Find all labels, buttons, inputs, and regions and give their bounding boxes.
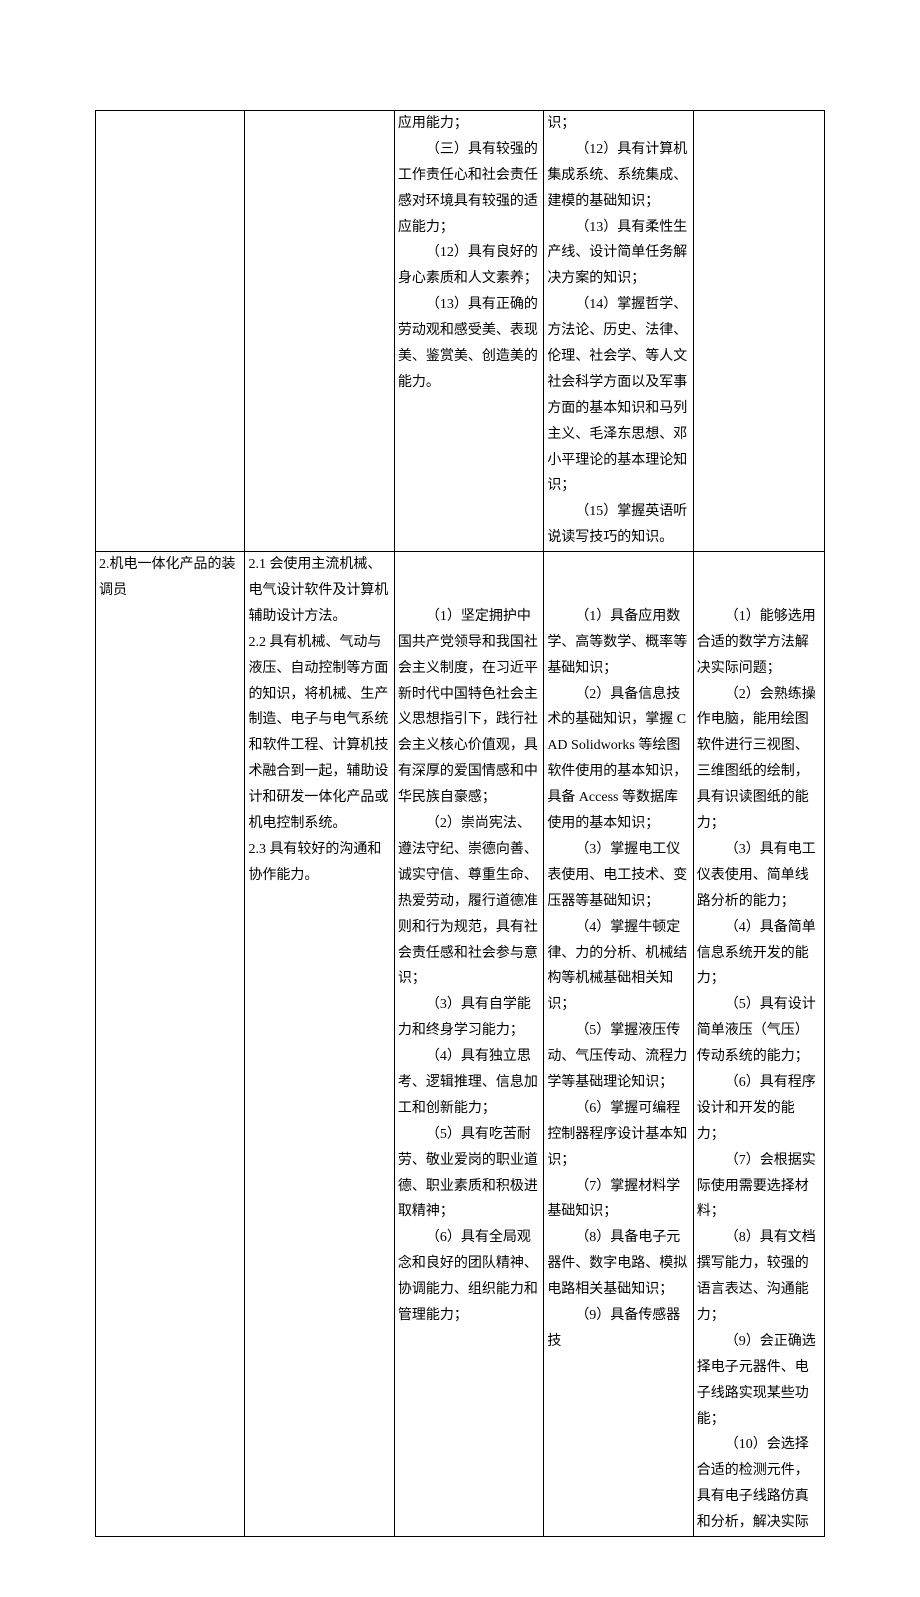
text-line: （13）具有正确的劳动观和感受美、表现美、鉴赏美、创造美的能力。 [398,292,540,396]
cell-r2c5: （1）能够选用合适的数学方法解决实际问题；（2）会熟练操作电脑，能用绘图软件进行… [693,552,824,1537]
text-line: 2.1 会使用主流机械、电气设计软件及计算机辅助设计方法。 [248,552,390,630]
text-line: （三）具有较强的工作责任心和社会责任感对环境具有较强的适应能力； [398,137,540,241]
text-line: 2.机电一体化产品的装调员 [99,552,241,604]
curriculum-table: 应用能力；（三）具有较强的工作责任心和社会责任感对环境具有较强的适应能力；（12… [95,110,825,1537]
text-line: （2）具备信息技术的基础知识，掌握 CAD Solidworks 等绘图软件使用… [547,682,689,837]
text-line [697,578,821,604]
text-line: （9）具备传感器技 [547,1303,689,1355]
text-line: （1）具备应用数学、高等数学、概率等基础知识； [547,604,689,682]
text-line: 2.2 具有机械、气动与液压、自动控制等方面的知识，将机械、生产制造、电子与电气… [248,630,390,837]
text-line: 2.3 具有较好的沟通和协作能力。 [248,837,390,889]
text-line: （3）掌握电工仪表使用、电工技术、变压器等基础知识； [547,837,689,915]
text-line [547,578,689,604]
text-line: （4）具有独立思考、逻辑推理、信息加工和创新能力； [398,1044,540,1122]
text-line: （12）具有良好的身心素质和人文素养； [398,240,540,292]
text-line: （5）具有设计简单液压（气压）传动系统的能力； [697,992,821,1070]
text-line: （1）坚定拥护中国共产党领导和我国社会主义制度，在习近平新时代中国特色社会主义思… [398,604,540,811]
text-line: （7）会根据实际使用需要选择材料； [697,1148,821,1226]
text-line: （4）掌握牛顿定律、力的分析、机械结构等机械基础相关知识； [547,915,689,1019]
text-line [398,578,540,604]
text-line: 识； [547,111,689,137]
text-line [398,552,540,578]
cell-r2c1: 2.机电一体化产品的装调员 [96,552,245,1537]
cell-r1c2 [245,111,394,552]
text-line: （3）具有电工仪表使用、简单线路分析的能力； [697,837,821,915]
text-line: （6）掌握可编程控制器程序设计基本知识； [547,1096,689,1174]
text-line: （5）具有吃苦耐劳、敬业爱岗的职业道德、职业素质和积极进取精神； [398,1122,540,1226]
text-line: （8）具有文档撰写能力，较强的语言表达、沟通能力； [697,1225,821,1329]
cell-r1c3: 应用能力；（三）具有较强的工作责任心和社会责任感对环境具有较强的适应能力；（12… [394,111,543,552]
text-line: （12）具有计算机集成系统、系统集成、建模的基础知识； [547,137,689,215]
table-row: 应用能力；（三）具有较强的工作责任心和社会责任感对环境具有较强的适应能力；（12… [96,111,825,552]
text-line [697,552,821,578]
text-line: （15）掌握英语听说读写技巧的知识。 [547,499,689,551]
cell-r1c1 [96,111,245,552]
text-line: （13）具有柔性生产线、设计简单任务解决方案的知识； [547,215,689,293]
text-line: （6）具有全局观念和良好的团队精神、协调能力、组织能力和管理能力； [398,1225,540,1329]
text-line: 应用能力； [398,111,540,137]
text-line: （1）能够选用合适的数学方法解决实际问题； [697,604,821,682]
cell-r1c5 [693,111,824,552]
cell-r2c3: （1）坚定拥护中国共产党领导和我国社会主义制度，在习近平新时代中国特色社会主义思… [394,552,543,1537]
text-line: （8）具备电子元器件、数字电路、模拟电路相关基础知识； [547,1225,689,1303]
text-line: （14）掌握哲学、方法论、历史、法律、伦理、社会学、等人文社会科学方面以及军事方… [547,292,689,499]
text-line: （4）具备简单信息系统开发的能力； [697,915,821,993]
text-line: （5）掌握液压传动、气压传动、流程力学等基础理论知识； [547,1018,689,1096]
text-line: （6）具有程序设计和开发的能力； [697,1070,821,1148]
cell-r2c4: （1）具备应用数学、高等数学、概率等基础知识；（2）具备信息技术的基础知识，掌握… [544,552,693,1537]
text-line: （10）会选择合适的检测元件，具有电子线路仿真和分析，解决实际 [697,1432,821,1536]
text-line: （3）具有自学能力和终身学习能力； [398,992,540,1044]
table-row: 2.机电一体化产品的装调员 2.1 会使用主流机械、电气设计软件及计算机辅助设计… [96,552,825,1537]
cell-r2c2: 2.1 会使用主流机械、电气设计软件及计算机辅助设计方法。2.2 具有机械、气动… [245,552,394,1537]
cell-r1c4: 识；（12）具有计算机集成系统、系统集成、建模的基础知识；（13）具有柔性生产线… [544,111,693,552]
text-line: （2）崇尚宪法、遵法守纪、崇德向善、诚实守信、尊重生命、热爱劳动，履行道德准则和… [398,811,540,992]
text-line [547,552,689,578]
text-line: （2）会熟练操作电脑，能用绘图软件进行三视图、三维图纸的绘制，具有识读图纸的能力… [697,682,821,837]
text-line: （7）掌握材料学基础知识； [547,1174,689,1226]
document-page: 应用能力；（三）具有较强的工作责任心和社会责任感对环境具有较强的适应能力；（12… [0,0,920,1597]
text-line: （9）会正确选择电子元器件、电子线路实现某些功能； [697,1329,821,1433]
